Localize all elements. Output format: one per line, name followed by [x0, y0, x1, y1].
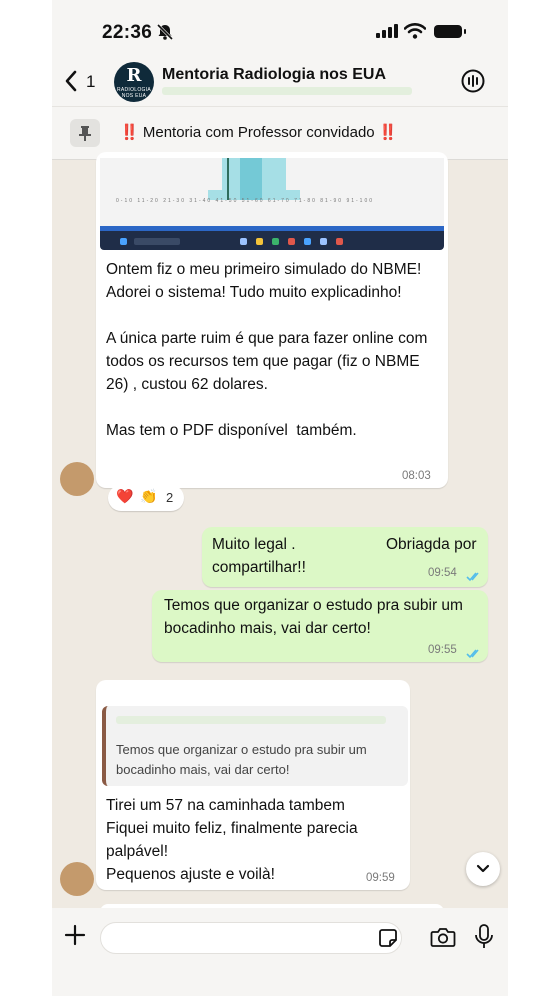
camera-icon[interactable] — [430, 926, 456, 953]
taskbar-icon — [336, 238, 343, 245]
pinned-suffix: ‼️ — [378, 124, 398, 141]
pinned-label: Mentoria com Professor convidado — [142, 124, 375, 141]
message-time: 08:03 — [402, 470, 431, 482]
reaction-count: 2 — [166, 490, 174, 505]
taskbar-icon — [272, 238, 279, 245]
taskbar-icon — [240, 238, 247, 245]
message-bubble-incoming[interactable]: Temos que organizar o estudo pra subir u… — [96, 680, 410, 890]
double-check-icon — [466, 646, 482, 664]
group-avatar[interactable]: R RADIOLOGIA NOS EUA — [114, 62, 154, 102]
pinned-prefix: ‼️ — [120, 124, 139, 141]
clap-reaction: 👏 — [140, 488, 158, 504]
unread-count[interactable]: 1 — [86, 72, 95, 92]
chevron-down-icon — [476, 864, 490, 873]
scroll-down-button[interactable] — [466, 852, 500, 886]
image-preview[interactable]: 0-10 11-20 21-30 31-40 41-50 51-60 61-70… — [100, 158, 444, 250]
signal-icon — [376, 24, 398, 43]
image-axis-labels: 0-10 11-20 21-30 31-40 41-50 51-60 61-70… — [116, 198, 375, 204]
message-time: 09:54 — [428, 567, 457, 579]
taskbar-icon — [120, 238, 127, 245]
composer-bar — [52, 908, 508, 996]
message-text: Tirei um 57 na caminhada tambem Fiquei m… — [106, 797, 358, 883]
taskbar-icon — [320, 238, 327, 245]
avatar-subtitle: RADIOLOGIA NOS EUA — [116, 87, 152, 99]
chat-header: 1 R RADIOLOGIA NOS EUA Mentoria Radiolog… — [52, 60, 508, 106]
pinned-text: ‼️ Mentoria com Professor convidado ‼️ — [120, 123, 398, 141]
wifi-icon — [403, 23, 427, 44]
message-time: 09:59 — [366, 872, 395, 884]
reactions-pill[interactable]: ❤️ 👏 2 — [108, 485, 184, 511]
heart-reaction: ❤️ — [116, 488, 134, 504]
bell-slash-icon — [156, 23, 174, 46]
sender-avatar[interactable] — [60, 862, 94, 896]
plus-icon[interactable] — [64, 924, 86, 951]
quoted-message[interactable]: Temos que organizar o estudo pra subir u… — [102, 706, 408, 786]
status-time: 22:36 — [102, 22, 153, 43]
mic-icon[interactable] — [474, 924, 494, 955]
taskbar-strip — [100, 226, 444, 231]
taskbar-icon — [256, 238, 263, 245]
call-icon[interactable] — [460, 68, 486, 99]
chevron-left-icon[interactable] — [64, 70, 78, 97]
avatar-letter: R — [126, 65, 142, 86]
group-title[interactable]: Mentoria Radiologia nos EUA — [162, 66, 386, 84]
pin-icon — [70, 119, 100, 147]
message-time: 09:55 — [428, 644, 457, 656]
sticker-icon[interactable] — [378, 928, 398, 953]
quoted-sender-placeholder — [116, 716, 386, 724]
taskbar-thumbnail — [100, 226, 444, 250]
taskbar-search — [134, 238, 180, 245]
chat-screen: 22:36 1 R RADIOLOGIA NOS EUA Mentoria Ra… — [52, 0, 508, 996]
quoted-text: Temos que organizar o estudo pra subir u… — [116, 742, 371, 777]
message-text: Ontem fiz o meu primeiro simulado do NBM… — [106, 261, 428, 439]
sender-avatar[interactable] — [60, 462, 94, 496]
header-subtitle-placeholder — [162, 87, 412, 95]
status-bar: 22:36 — [52, 0, 508, 60]
message-input[interactable] — [100, 922, 402, 954]
battery-icon — [434, 25, 466, 38]
message-text: Temos que organizar o estudo pra subir u… — [164, 597, 468, 637]
taskbar-icon — [304, 238, 311, 245]
histogram-thumbnail — [208, 158, 300, 200]
taskbar-icon — [288, 238, 295, 245]
message-bubble-outgoing[interactable]: Temos que organizar o estudo pra subir u… — [152, 590, 488, 662]
double-check-icon — [466, 569, 482, 587]
message-bubble-outgoing[interactable]: Muito legal . Obriagda por compartilhar!… — [202, 527, 488, 587]
